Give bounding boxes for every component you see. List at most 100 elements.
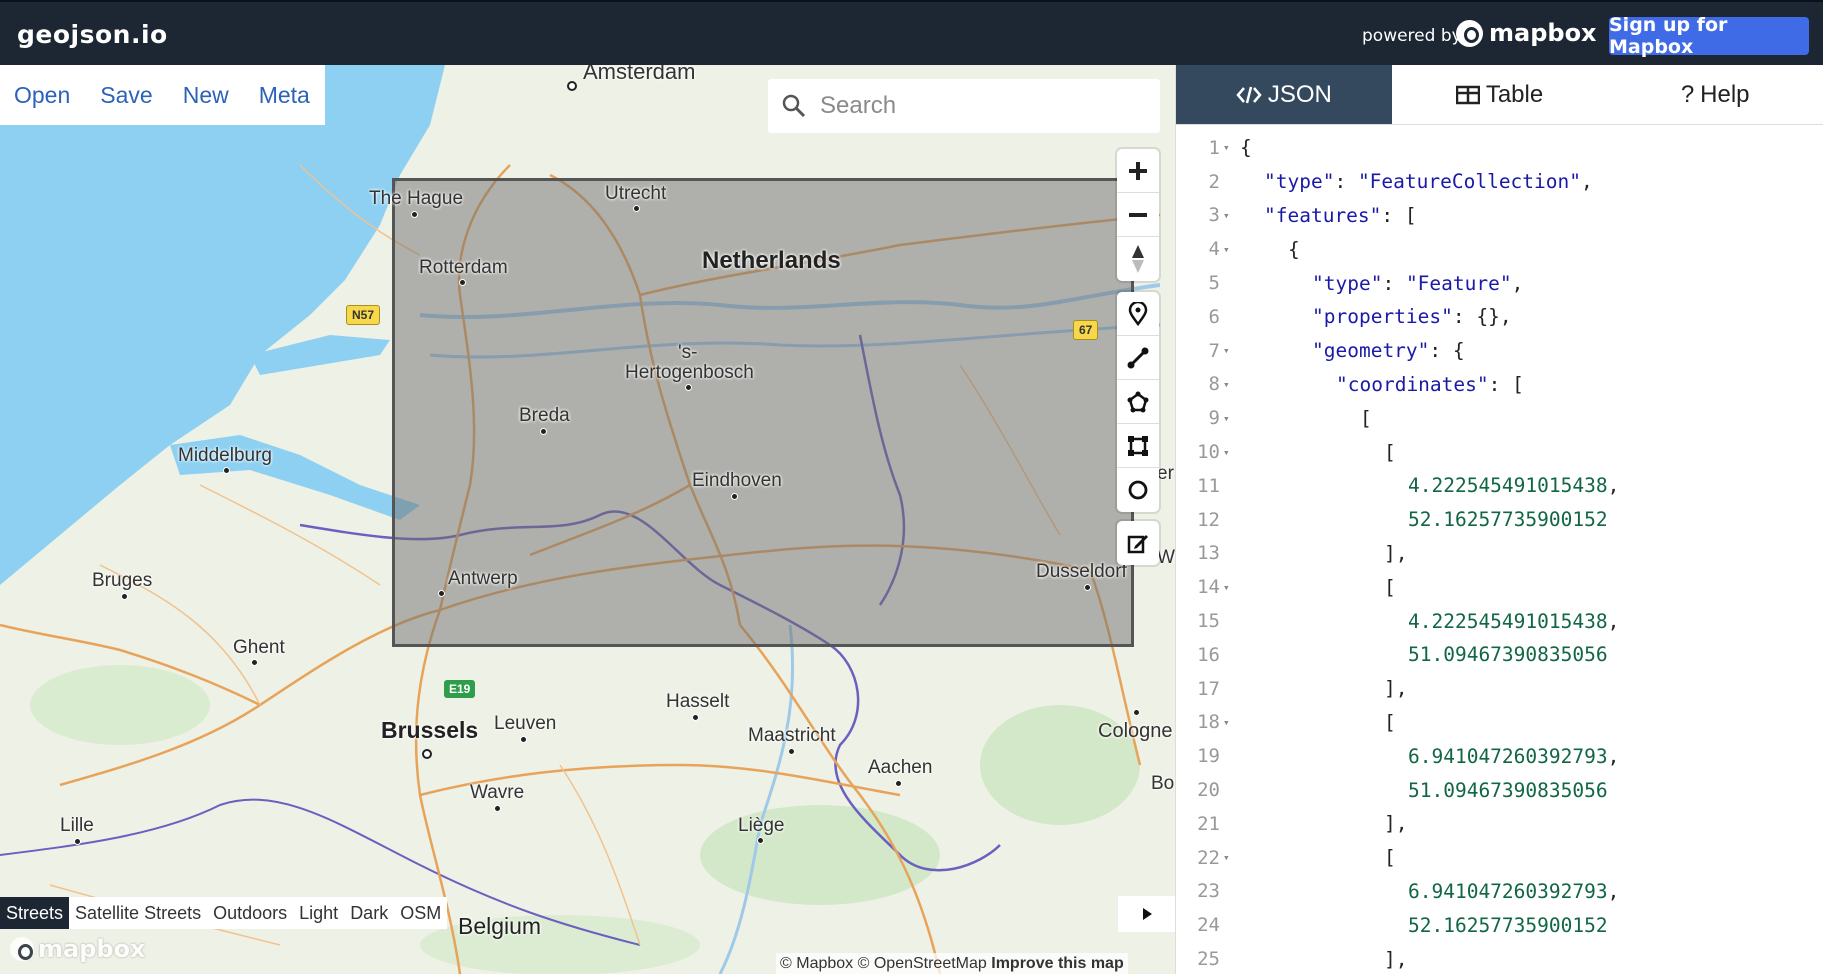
layer-outdoors[interactable]: Outdoors bbox=[207, 897, 293, 929]
json-key: "geometry" bbox=[1312, 339, 1430, 363]
json-editor[interactable]: 1 ▾{2 "type": "FeatureCollection", 3 ▾ "featu… bbox=[1176, 131, 1823, 974]
json-punct: [ bbox=[1384, 440, 1396, 464]
code-line[interactable]: 21], bbox=[1176, 807, 1823, 841]
code-line[interactable]: 12 52.16257735900152 bbox=[1176, 503, 1823, 537]
zoom-out-button[interactable] bbox=[1117, 193, 1159, 237]
panel-tabs: JSON Table ? Help bbox=[1176, 65, 1823, 125]
draw-polygon-button[interactable] bbox=[1117, 380, 1159, 424]
code-line[interactable]: 19 6.941047260392793, bbox=[1176, 739, 1823, 773]
zoom-out-icon bbox=[1129, 212, 1147, 217]
attribution-mapbox-link[interactable]: © Mapbox bbox=[780, 955, 853, 972]
improve-map-link[interactable]: Improve this map bbox=[991, 955, 1123, 972]
code-line[interactable]: 4 ▾ { bbox=[1176, 232, 1823, 266]
code-line[interactable]: 16 51.09467390835056 bbox=[1176, 638, 1823, 672]
search-box[interactable]: Search bbox=[768, 79, 1160, 133]
edit-features-button[interactable] bbox=[1117, 521, 1159, 565]
zoom-in-button[interactable] bbox=[1117, 149, 1159, 193]
code-line[interactable]: 15 4.222545491015438, bbox=[1176, 604, 1823, 638]
map-label-bo: Bo bbox=[1151, 773, 1175, 794]
code-line[interactable]: 23 6.941047260392793, bbox=[1176, 875, 1823, 909]
map-marker-cologne bbox=[1133, 709, 1140, 716]
fold-toggle-icon[interactable]: ▾ bbox=[1220, 412, 1234, 425]
app-brand[interactable]: geojson.io bbox=[17, 20, 168, 49]
code-text: [ bbox=[1234, 711, 1396, 734]
code-line[interactable]: 14 ▾ [ bbox=[1176, 570, 1823, 604]
fold-toggle-icon[interactable]: ▾ bbox=[1220, 851, 1234, 864]
code-line[interactable]: 11 4.222545491015438, bbox=[1176, 469, 1823, 503]
code-line[interactable]: 17], bbox=[1176, 672, 1823, 706]
code-line[interactable]: 7 ▾ "geometry": { bbox=[1176, 334, 1823, 368]
new-menu-item[interactable]: New bbox=[183, 82, 229, 109]
editor-panel: JSON Table ? Help 1 ▾{2 "type": "FeatureCo… bbox=[1175, 65, 1823, 974]
tab-json[interactable]: JSON bbox=[1176, 65, 1392, 124]
draw-marker-button[interactable] bbox=[1117, 292, 1159, 336]
code-text: 4.222545491015438, bbox=[1234, 474, 1619, 497]
tab-help[interactable]: ? Help bbox=[1607, 65, 1823, 124]
tab-table-label: Table bbox=[1485, 80, 1544, 108]
fold-toggle-icon[interactable]: ▾ bbox=[1220, 446, 1234, 459]
layer-dark[interactable]: Dark bbox=[344, 897, 394, 929]
code-text: { bbox=[1234, 136, 1252, 159]
code-line[interactable]: 18 ▾ [ bbox=[1176, 706, 1823, 740]
save-menu-item[interactable]: Save bbox=[100, 82, 152, 109]
code-line[interactable]: 9 ▾ [ bbox=[1176, 401, 1823, 435]
code-line[interactable]: 13], bbox=[1176, 537, 1823, 571]
map-view[interactable]: Amsterdam The Hague Utrecht Netherlands … bbox=[0, 65, 1175, 974]
layer-osm[interactable]: OSM bbox=[394, 897, 447, 929]
map-marker-lille bbox=[74, 838, 81, 845]
layer-light[interactable]: Light bbox=[293, 897, 344, 929]
code-line[interactable]: 10 ▾ [ bbox=[1176, 435, 1823, 469]
open-menu-item[interactable]: Open bbox=[14, 82, 70, 109]
marker-icon bbox=[1128, 301, 1148, 326]
code-line[interactable]: 2 "type": "FeatureCollection", bbox=[1176, 165, 1823, 199]
code-text: 4.222545491015438, bbox=[1234, 610, 1619, 633]
code-text: ], bbox=[1234, 542, 1407, 565]
code-line[interactable]: 22 ▾ [ bbox=[1176, 841, 1823, 875]
collapse-panel-button[interactable] bbox=[1118, 896, 1175, 932]
map-marker-amsterdam bbox=[567, 81, 577, 91]
map-label-the-hague: The Hague bbox=[369, 188, 464, 209]
line-number: 15 bbox=[1197, 610, 1220, 633]
json-punct: : bbox=[1382, 271, 1406, 295]
code-line[interactable]: 6 "properties": {}, bbox=[1176, 300, 1823, 334]
fold-toggle-icon[interactable]: ▾ bbox=[1220, 716, 1234, 729]
signup-button[interactable]: Sign up for Mapbox bbox=[1609, 14, 1809, 58]
line-number: 2 bbox=[1208, 170, 1220, 193]
code-line[interactable]: 25], bbox=[1176, 942, 1823, 974]
attribution-osm-link[interactable]: © OpenStreetMap bbox=[858, 955, 987, 972]
tab-table[interactable]: Table bbox=[1392, 65, 1608, 124]
draw-line-button[interactable] bbox=[1117, 336, 1159, 380]
mapbox-icon bbox=[1456, 19, 1483, 47]
layer-satellite-streets[interactable]: Satellite Streets bbox=[69, 897, 207, 929]
code-line[interactable]: 3 ▾ "features": [ bbox=[1176, 199, 1823, 233]
fold-toggle-icon[interactable]: ▾ bbox=[1220, 209, 1234, 222]
fold-toggle-icon[interactable]: ▾ bbox=[1220, 141, 1234, 154]
fold-toggle-icon[interactable]: ▾ bbox=[1220, 378, 1234, 391]
code-line[interactable]: 8 ▾ "coordinates": [ bbox=[1176, 368, 1823, 402]
json-key: "properties" bbox=[1312, 305, 1453, 329]
json-number: 52.16257735900152 bbox=[1408, 508, 1608, 532]
map-marker-aachen bbox=[895, 780, 902, 787]
code-line[interactable]: 5 "type": "Feature", bbox=[1176, 266, 1823, 300]
map-label-amsterdam: Amsterdam bbox=[583, 65, 696, 84]
json-number: 51.09467390835056 bbox=[1408, 778, 1608, 802]
code-line[interactable]: 20 51.09467390835056 bbox=[1176, 773, 1823, 807]
json-punct: [ bbox=[1360, 406, 1372, 430]
meta-menu-item[interactable]: Meta bbox=[259, 82, 310, 109]
json-punct: : {}, bbox=[1452, 305, 1512, 329]
draw-rectangle-button[interactable] bbox=[1117, 424, 1159, 468]
json-punct: ], bbox=[1384, 677, 1408, 701]
code-line[interactable]: 1 ▾ { bbox=[1176, 131, 1823, 165]
fold-toggle-icon[interactable]: ▾ bbox=[1220, 344, 1234, 357]
mapbox-logo[interactable]: mapbox bbox=[1456, 19, 1597, 47]
layer-streets[interactable]: Streets bbox=[0, 897, 70, 929]
fold-toggle-icon[interactable]: ▾ bbox=[1220, 581, 1234, 594]
json-punct: { bbox=[1288, 237, 1300, 261]
code-line[interactable]: 24 52.16257735900152 bbox=[1176, 908, 1823, 942]
line-number: 5 bbox=[1208, 272, 1220, 295]
line-number: 12 bbox=[1197, 508, 1220, 531]
compass-button[interactable] bbox=[1117, 237, 1159, 281]
fold-toggle-icon[interactable]: ▾ bbox=[1220, 243, 1234, 256]
search-placeholder: Search bbox=[820, 92, 897, 119]
draw-circle-button[interactable] bbox=[1117, 468, 1159, 512]
